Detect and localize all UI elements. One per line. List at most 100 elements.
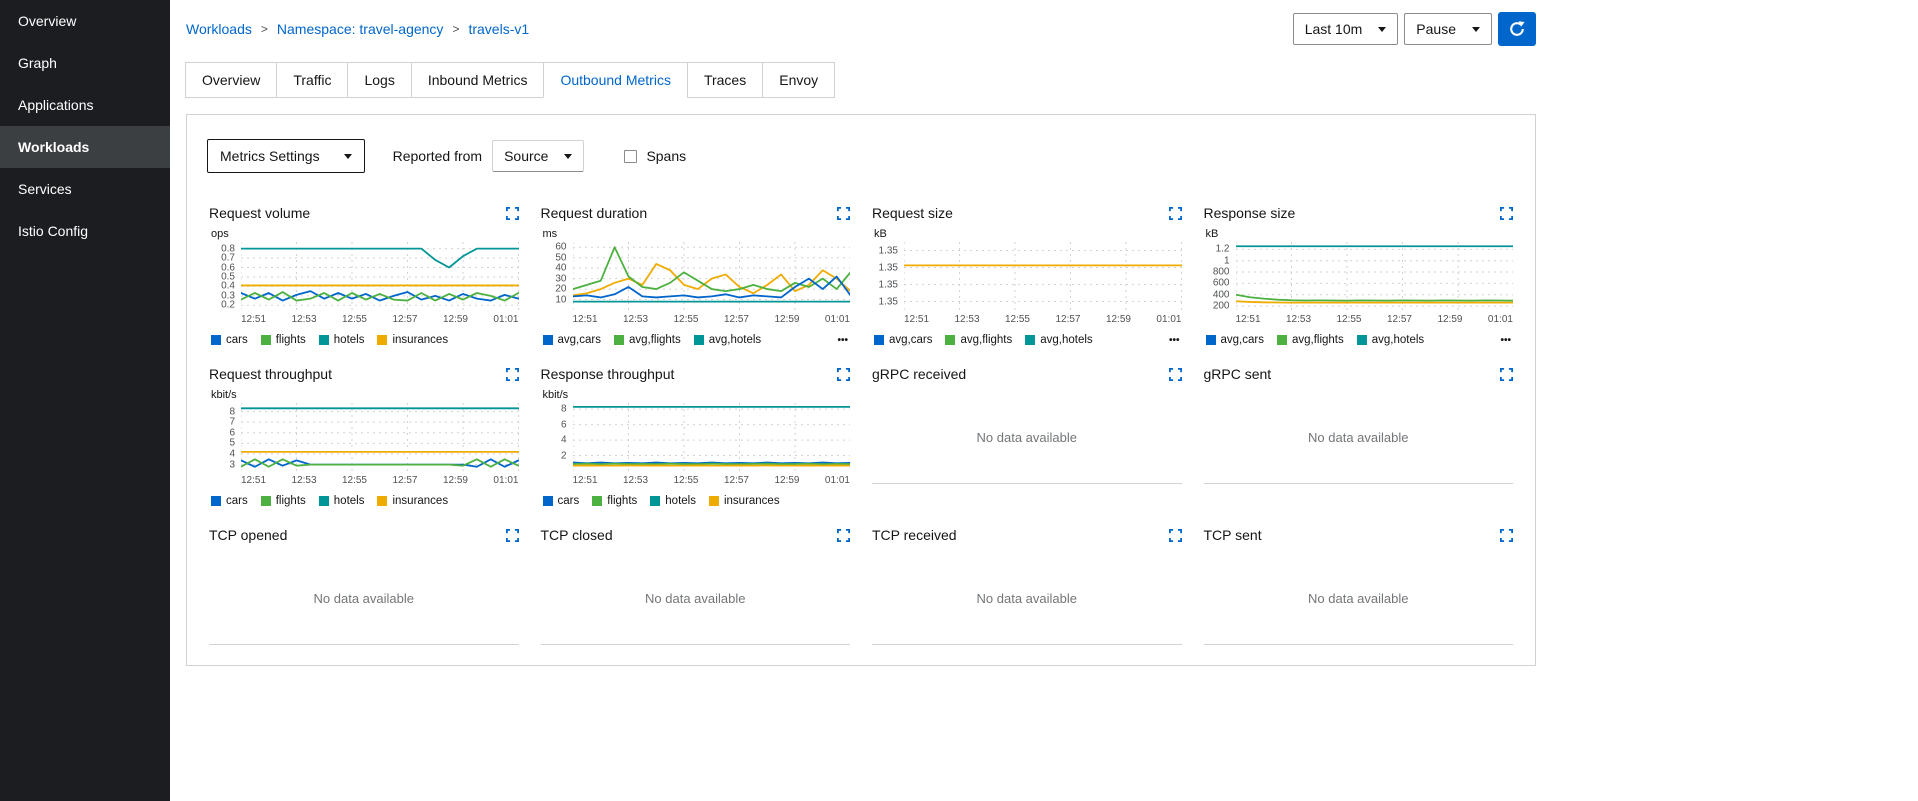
sidebar-item-applications[interactable]: Applications bbox=[0, 84, 170, 126]
legend-item-cars[interactable]: cars bbox=[211, 495, 248, 507]
legend-item-hotels[interactable]: hotels bbox=[318, 334, 364, 346]
breadcrumb-separator: > bbox=[452, 22, 460, 36]
expand-icon[interactable] bbox=[1500, 206, 1513, 220]
sidebar-item-services[interactable]: Services bbox=[0, 168, 170, 210]
reported-from-value: Source bbox=[504, 148, 549, 164]
legend-item-avg-flights[interactable]: avg,flights bbox=[945, 334, 1012, 346]
legend-item-avg-cars[interactable]: avg,cars bbox=[874, 334, 932, 346]
legend-swatch bbox=[945, 335, 956, 345]
expand-icon[interactable] bbox=[505, 528, 519, 542]
sidebar-item-graph[interactable]: Graph bbox=[0, 42, 170, 84]
metrics-settings-dropdown[interactable]: Metrics Settings bbox=[207, 139, 365, 173]
x-tick-label: 12:57 bbox=[392, 475, 418, 486]
legend-item-avg-flights[interactable]: avg,flights bbox=[613, 334, 681, 346]
legend-item-flights[interactable]: flights bbox=[260, 334, 306, 346]
legend-label: cars bbox=[226, 334, 248, 346]
legend-item-flights[interactable]: flights bbox=[592, 495, 637, 507]
legend-item-cars[interactable]: cars bbox=[542, 495, 579, 507]
x-tick-label: 12:55 bbox=[1004, 314, 1030, 325]
y-axis-unit: kB bbox=[874, 228, 887, 240]
chart-card-tcp-closed: TCP closed No data available bbox=[540, 525, 850, 645]
x-tick-label: 12:59 bbox=[774, 314, 800, 325]
reported-from-select[interactable]: Source bbox=[492, 140, 585, 172]
expand-icon[interactable] bbox=[1168, 206, 1182, 220]
kebab-dots-icon[interactable]: ••• bbox=[837, 335, 848, 346]
expand-icon[interactable] bbox=[837, 528, 850, 542]
expand-icon[interactable] bbox=[837, 206, 850, 220]
legend-item-avg-cars[interactable]: avg,cars bbox=[542, 334, 601, 346]
time-controls: Last 10m Pause bbox=[1292, 12, 1536, 46]
legend-item-avg-hotels[interactable]: avg,hotels bbox=[1025, 334, 1093, 346]
legend-item-avg-hotels[interactable]: avg,hotels bbox=[1356, 334, 1424, 346]
kebab-dots-icon[interactable]: ••• bbox=[1169, 335, 1180, 346]
legend-swatch bbox=[260, 496, 271, 506]
breadcrumb-link-namespace-travel-agency[interactable]: Namespace: travel-agency bbox=[277, 21, 444, 37]
caret-down-icon bbox=[564, 153, 573, 159]
legend-item-hotels[interactable]: hotels bbox=[650, 495, 696, 507]
tab-outbound-metrics[interactable]: Outbound Metrics bbox=[543, 62, 688, 98]
plot-area: 8 6 4 2 bbox=[541, 403, 851, 471]
legend-item-avg-flights[interactable]: avg,flights bbox=[1276, 334, 1344, 346]
no-data-message: No data available bbox=[1203, 392, 1513, 484]
expand-icon[interactable] bbox=[505, 206, 519, 220]
tab-envoy[interactable]: Envoy bbox=[762, 62, 836, 98]
breadcrumb-link-workloads[interactable]: Workloads bbox=[186, 21, 252, 37]
y-tick-label: 2 bbox=[560, 450, 567, 462]
y-axis-unit: kB bbox=[1205, 228, 1219, 240]
legend-item-avg-hotels[interactable]: avg,hotels bbox=[693, 334, 761, 346]
expand-icon[interactable] bbox=[1168, 528, 1182, 542]
expand-icon[interactable] bbox=[1500, 367, 1513, 381]
legend-item-insurances[interactable]: insurances bbox=[708, 495, 780, 507]
legend-item-insurances[interactable]: insurances bbox=[377, 495, 448, 507]
refresh-button[interactable] bbox=[1498, 12, 1536, 46]
tab-inbound-metrics[interactable]: Inbound Metrics bbox=[410, 62, 545, 98]
y-tick-label: 6 bbox=[560, 419, 567, 431]
x-tick-label: 12:57 bbox=[1055, 314, 1081, 325]
legend-item-avg-cars[interactable]: avg,cars bbox=[1205, 334, 1264, 346]
sidebar-item-istio-config[interactable]: Istio Config bbox=[0, 210, 170, 252]
y-axis-unit: kbit/s bbox=[211, 389, 237, 401]
tab-overview[interactable]: Overview bbox=[185, 62, 278, 98]
sidebar-item-overview[interactable]: Overview bbox=[0, 0, 170, 42]
metrics-toolbar: Metrics Settings Reported from Source Sp… bbox=[207, 139, 1515, 173]
tab-logs[interactable]: Logs bbox=[347, 62, 412, 98]
chart-header: TCP sent bbox=[1204, 525, 1513, 545]
y-tick-label: 0.2 bbox=[221, 299, 235, 311]
legend-swatch bbox=[613, 335, 624, 345]
sidebar-item-workloads[interactable]: Workloads bbox=[0, 126, 170, 168]
chart-header: TCP closed bbox=[541, 525, 850, 545]
chart-title: TCP received bbox=[872, 527, 957, 543]
reported-from-label: Reported from bbox=[392, 148, 483, 164]
x-tick-label: 12:53 bbox=[1285, 314, 1312, 325]
kebab-dots-icon[interactable]: ••• bbox=[1500, 335, 1511, 346]
x-tick-label: 12:55 bbox=[673, 314, 699, 325]
expand-icon[interactable] bbox=[1168, 367, 1182, 381]
duration-dropdown[interactable]: Last 10m bbox=[1292, 13, 1399, 45]
y-tick-label: 4 bbox=[229, 448, 235, 460]
expand-icon[interactable] bbox=[505, 367, 519, 381]
sidebar-item-label: Overview bbox=[18, 13, 77, 29]
legend-item-flights[interactable]: flights bbox=[260, 495, 306, 507]
chart-header: gRPC received bbox=[872, 364, 1182, 384]
expand-icon[interactable] bbox=[837, 367, 850, 381]
legend-item-insurances[interactable]: insurances bbox=[377, 334, 448, 346]
x-axis-ticks: 12:51 12:53 12:55 12:57 12:59 01:01 bbox=[573, 314, 851, 325]
sidebar-item-label: Workloads bbox=[18, 139, 90, 155]
expand-icon[interactable] bbox=[1500, 528, 1513, 542]
x-tick-label: 12:57 bbox=[723, 475, 749, 486]
y-tick-label: 600 bbox=[1212, 277, 1230, 289]
chart-card-tcp-opened: TCP opened No data available bbox=[209, 525, 519, 645]
breadcrumb-link-travels-v1[interactable]: travels-v1 bbox=[468, 21, 529, 37]
pause-dropdown[interactable]: Pause bbox=[1404, 13, 1492, 45]
sidebar-item-label: Graph bbox=[18, 55, 57, 71]
tab-traces[interactable]: Traces bbox=[686, 62, 764, 98]
tab-traffic[interactable]: Traffic bbox=[276, 62, 349, 98]
chart-title: Response throughput bbox=[540, 366, 675, 382]
y-tick-label: 30 bbox=[555, 273, 567, 285]
plot-area: 60 50 40 30 20 10 bbox=[541, 242, 851, 310]
legend-item-hotels[interactable]: hotels bbox=[318, 495, 364, 507]
spans-checkbox[interactable] bbox=[624, 149, 638, 163]
legend-item-cars[interactable]: cars bbox=[211, 334, 248, 346]
chart-header: Response size bbox=[1204, 203, 1513, 223]
chart-header: TCP received bbox=[872, 525, 1182, 545]
